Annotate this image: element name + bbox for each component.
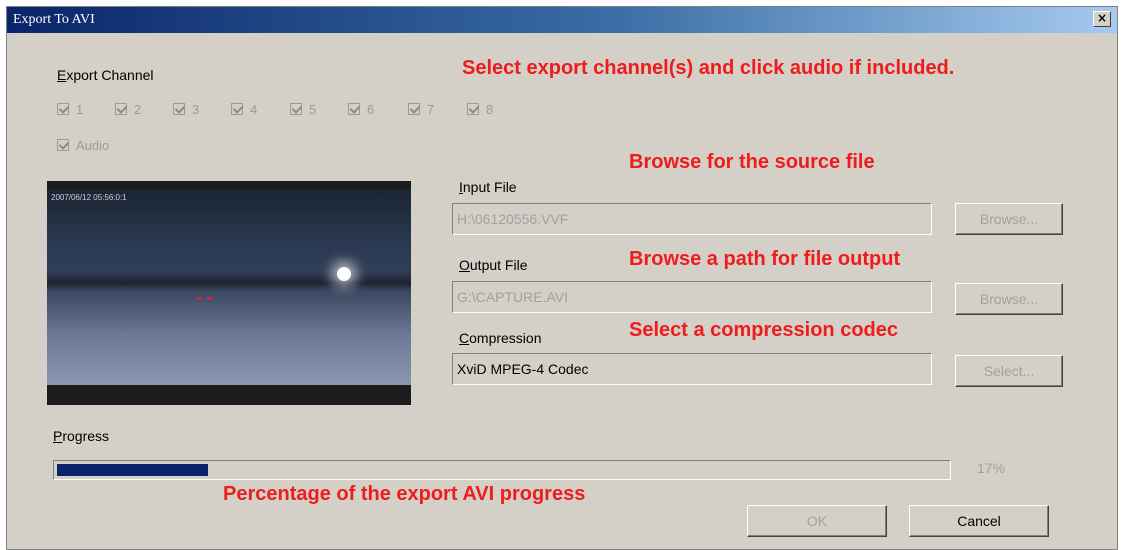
channel-checkbox-8[interactable]: 8 [467, 101, 493, 117]
input-file-label-rest: nput File [462, 179, 517, 195]
export-channel-label: Export Channel [57, 67, 154, 83]
progress-label-rest: rogress [62, 428, 110, 444]
output-browse-button[interactable]: Browse... [955, 283, 1063, 315]
compression-label: Compression [459, 330, 542, 346]
compression-label-rest: ompression [469, 330, 542, 346]
channel-label: 2 [134, 101, 142, 117]
annotation-output: Browse a path for file output [629, 248, 901, 270]
checkbox-checked-icon [408, 103, 420, 115]
annotation-progress: Percentage of the export AVI progress [223, 483, 586, 505]
output-file-label: Output File [459, 257, 527, 273]
input-browse-button[interactable]: Browse... [955, 203, 1063, 235]
headlight [337, 267, 351, 281]
channel-checkbox-2[interactable]: 2 [115, 101, 141, 117]
input-file-label: Input File [459, 179, 517, 195]
channel-label: 6 [367, 101, 375, 117]
cancel-button[interactable]: Cancel [909, 505, 1049, 537]
output-file-label-mnemonic: O [459, 257, 470, 273]
channel-label: 7 [427, 101, 435, 117]
output-file-field[interactable]: G:\CAPTURE.AVI [452, 281, 932, 313]
title-bar[interactable]: Export To AVI × [7, 7, 1117, 33]
compression-label-mnemonic: C [459, 330, 470, 346]
annotation-channel: Select export channel(s) and click audio… [462, 57, 955, 79]
channel-checkbox-6[interactable]: 6 [348, 101, 374, 117]
channel-checkbox-5[interactable]: 5 [290, 101, 316, 117]
channel-label: 3 [192, 101, 200, 117]
export-avi-dialog: Export To AVI × Export Channel Select ex… [6, 6, 1118, 550]
annotation-source: Browse for the source file [629, 151, 875, 173]
window-title: Export To AVI [13, 12, 95, 27]
channel-checkbox-1[interactable]: 1 [57, 101, 83, 117]
annotation-codec: Select a compression codec [629, 319, 899, 341]
compression-select-button[interactable]: Select... [955, 355, 1063, 387]
channel-label: 1 [76, 101, 84, 117]
tail-light [197, 297, 202, 300]
checkbox-checked-icon [231, 103, 243, 115]
channel-checkbox-4[interactable]: 4 [231, 101, 257, 117]
audio-checkbox[interactable]: Audio [57, 137, 109, 153]
preview-image: 2007/06/12 05:56:0:1 [47, 189, 411, 385]
progress-label: Progress [53, 428, 109, 444]
checkbox-checked-icon [115, 103, 127, 115]
channel-checkbox-3[interactable]: 3 [173, 101, 199, 117]
channel-label: 4 [250, 101, 258, 117]
preview-overlay-text: 2007/06/12 05:56:0:1 [51, 193, 127, 202]
ok-button[interactable]: OK [747, 505, 887, 537]
output-file-label-rest: utput File [469, 257, 528, 273]
channel-label: 5 [309, 101, 317, 117]
audio-label: Audio [76, 137, 110, 153]
input-file-field[interactable]: H:\06120556.VVF [452, 203, 932, 235]
progress-bar [53, 460, 951, 480]
compression-field[interactable]: XviD MPEG-4 Codec [452, 353, 932, 385]
progress-label-mnemonic: P [53, 428, 63, 444]
progress-fill [57, 464, 208, 476]
checkbox-checked-icon [467, 103, 479, 115]
checkbox-checked-icon [57, 103, 69, 115]
close-icon[interactable]: × [1093, 11, 1111, 27]
checkbox-checked-icon [290, 103, 302, 115]
video-preview: 2007/06/12 05:56:0:1 [47, 181, 411, 405]
channel-checkbox-7[interactable]: 7 [408, 101, 434, 117]
checkbox-checked-icon [348, 103, 360, 115]
channel-label: 8 [486, 101, 494, 117]
checkbox-checked-icon [173, 103, 185, 115]
export-channel-label-rest: xport Channel [66, 67, 154, 83]
checkbox-checked-icon [57, 139, 69, 151]
export-channel-label-mnemonic: E [57, 67, 67, 83]
tail-light [207, 297, 212, 300]
progress-percent: 17% [977, 460, 1006, 476]
